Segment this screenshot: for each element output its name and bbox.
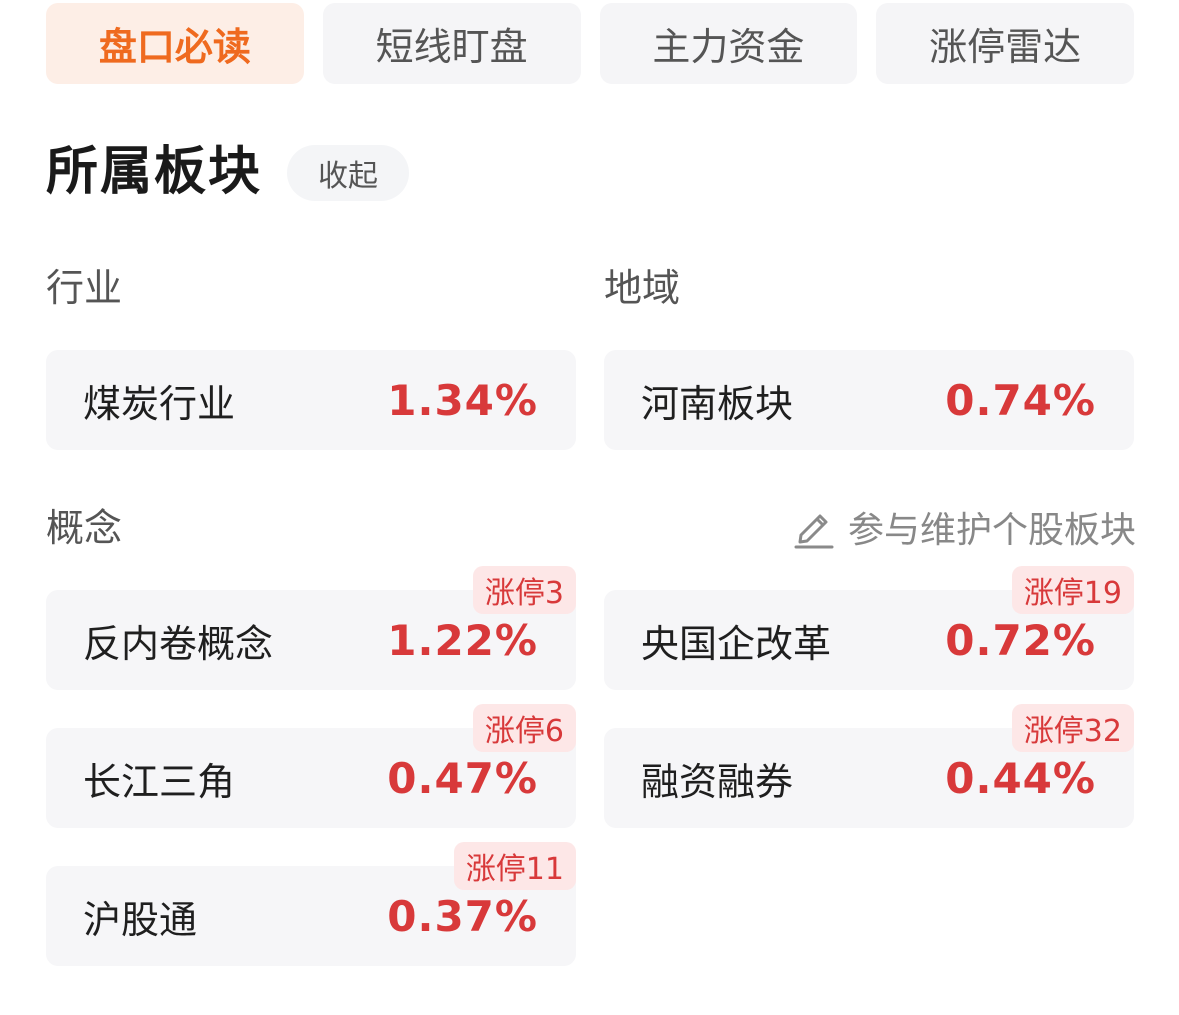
tab-pankou-bidu[interactable]: 盘口必读 — [46, 3, 304, 84]
sector-change-percent: 1.34% — [387, 375, 538, 425]
edit-pencil-icon — [794, 514, 834, 549]
sector-name: 煤炭行业 — [83, 381, 236, 426]
maintain-label: 参与维护个股板块 — [847, 510, 1136, 551]
limit-up-count-badge: 涨停11 — [453, 842, 576, 890]
sector-name: 沪股通 — [83, 897, 198, 942]
tab-zhangting-leida[interactable]: 涨停雷达 — [876, 3, 1134, 84]
limit-up-count-badge: 涨停32 — [1011, 704, 1134, 752]
sector-card-concept[interactable]: 沪股通 0.37% 涨停11 — [46, 842, 576, 966]
section-title: 所属板块 — [46, 142, 263, 202]
collapse-button[interactable]: 收起 — [287, 145, 409, 201]
region-label: 地域 — [604, 266, 681, 310]
sector-name: 反内卷概念 — [83, 621, 274, 666]
sector-name: 河南板块 — [641, 381, 794, 426]
tab-zhuli-zijin[interactable]: 主力资金 — [599, 3, 858, 84]
tab-bar: 盘口必读 短线盯盘 主力资金 涨停雷达 — [46, 3, 1134, 84]
sector-card-concept[interactable]: 融资融券 0.44% 涨停32 — [604, 704, 1134, 828]
sector-name: 融资融券 — [641, 759, 794, 804]
sector-card-concept[interactable]: 反内卷概念 1.22% 涨停3 — [46, 566, 576, 690]
industry-label: 行业 — [46, 266, 123, 310]
sector-name: 央国企改革 — [641, 621, 832, 666]
sector-card-region[interactable]: 河南板块 0.74% — [604, 350, 1134, 450]
concept-label: 概念 — [46, 506, 123, 550]
limit-up-count-badge: 涨停3 — [472, 566, 576, 614]
sector-card-industry[interactable]: 煤炭行业 1.34% — [46, 350, 576, 450]
tab-duanxian-dingpan[interactable]: 短线盯盘 — [322, 3, 581, 84]
maintain-sectors-link[interactable]: 参与维护个股板块 — [792, 502, 1136, 552]
sector-card-concept[interactable]: 长江三角 0.47% 涨停6 — [46, 704, 576, 828]
sector-change-percent: 0.74% — [945, 375, 1096, 425]
limit-up-count-badge: 涨停6 — [472, 704, 576, 752]
sector-name: 长江三角 — [83, 759, 236, 804]
sector-card-concept[interactable]: 央国企改革 0.72% 涨停19 — [604, 566, 1134, 690]
limit-up-count-badge: 涨停19 — [1011, 566, 1134, 614]
